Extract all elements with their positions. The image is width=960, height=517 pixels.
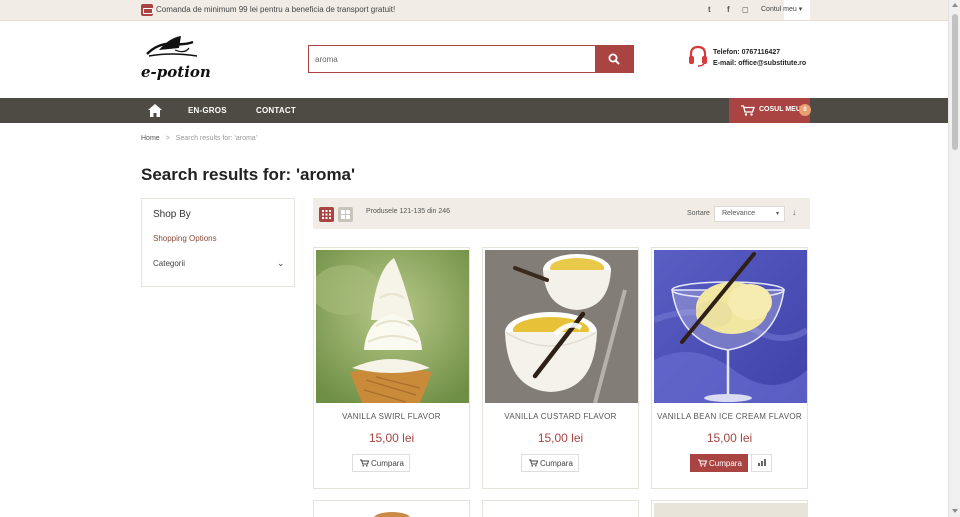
product-image[interactable] [654,250,807,403]
sort-select[interactable]: Relevance ▾ [714,206,785,222]
shopping-options-title: Shopping Options [153,234,217,243]
product-card[interactable]: VANILLA SWIRL FLAVOR 15,00 lei Cumpara [313,247,470,489]
truck-icon [141,4,153,16]
search-box [308,45,596,73]
add-to-cart-button[interactable]: Cumpara [352,454,410,472]
add-to-cart-button[interactable]: Cumpara [690,454,748,472]
product-card[interactable] [651,500,808,517]
product-name[interactable]: VANILLA SWIRL FLAVOR [314,412,469,421]
add-to-cart-button[interactable]: Cumpara [521,454,579,472]
page-scrollbar[interactable] [948,0,960,517]
product-name[interactable]: VANILLA CUSTARD FLAVOR [483,412,638,421]
compare-icon-bar [761,461,763,466]
product-card[interactable]: VANILLA BEAN ICE CREAM FLAVOR 15,00 lei … [651,247,808,489]
scrollbar-thumb[interactable] [952,14,958,150]
home-icon[interactable] [148,104,162,117]
grid-view-button[interactable] [319,207,334,222]
product-price: 15,00 lei [706,431,753,445]
scroll-down-icon[interactable] [952,509,958,513]
product-card[interactable]: VANILLA CUSTARD FLAVOR 15,00 lei Cumpara [482,247,639,489]
cart-icon [698,459,707,467]
product-image[interactable] [485,250,638,403]
product-card[interactable] [482,500,639,517]
email-address: E-mail: office@substitute.ro [713,60,807,67]
list-view-button[interactable] [338,207,353,222]
product-price: 15,00 lei [368,431,415,445]
add-to-cart-label: Cumpara [709,459,742,468]
account-dropdown[interactable]: Contul meu ▾ [761,5,802,13]
search-input[interactable] [309,46,596,72]
add-to-cart-label: Cumpara [371,459,404,468]
free-shipping-promo: Comanda de minimum 99 lei pentru a benef… [156,5,396,14]
cart-icon [529,459,538,467]
product-price: 15,00 lei [537,431,584,445]
cart-icon [741,105,755,116]
sort-label: Sortare [687,210,710,217]
facebook-icon[interactable]: f [727,5,730,14]
breadcrumb: Home > Search results for: 'aroma' [141,135,257,142]
twitter-icon[interactable]: t [708,5,711,14]
product-toolbar: Produsele 121-135 din 246 Sortare Releva… [313,198,810,229]
breadcrumb-home[interactable]: Home [141,135,160,142]
cart-button[interactable]: COSUL MEU 0 [729,98,811,123]
header: e-potion Telefon: 0767116427 E-mail: off… [0,21,948,98]
sort-select-value: Relevance [722,210,756,217]
cart-icon [360,459,369,467]
filter-categories[interactable]: Categorii [153,259,185,268]
compare-icon [758,463,760,466]
search-icon [608,53,620,65]
grid-icon [322,210,331,219]
nav-item-contact[interactable]: CONTACT [256,106,296,115]
phone-number: Telefon: 0767116427 [713,49,781,56]
instagram-icon[interactable]: ◻ [742,5,749,14]
shop-by-title: Shop By [153,209,191,220]
main-nav: EN-GROS CONTACT COSUL MEU 0 [0,98,948,123]
cart-label: COSUL MEU [759,106,801,113]
product-card[interactable] [313,500,470,517]
product-count: Produsele 121-135 din 246 [366,208,451,215]
logo-text[interactable]: e-potion [141,63,211,81]
compare-icon-bar [764,459,766,466]
list-icon [341,210,350,219]
product-image [374,512,410,517]
breadcrumb-separator: > [165,135,170,142]
chevron-down-icon[interactable]: ⌄ [277,258,285,269]
nav-item-en-gros[interactable]: EN-GROS [188,106,227,115]
scroll-up-icon[interactable] [952,3,958,7]
product-image[interactable] [316,250,469,403]
top-bar: Comanda de minimum 99 lei pentru a benef… [0,0,948,21]
headset-icon [689,45,707,67]
chevron-down-icon: ▾ [775,211,779,217]
contact-info: Telefon: 0767116427 E-mail: office@subst… [713,47,806,69]
sort-direction-icon[interactable]: ↓ [792,207,797,217]
shop-by-sidebar: Shop By Shopping Options Categorii ⌄ [141,198,295,287]
product-name[interactable]: VANILLA BEAN ICE CREAM FLAVOR [652,412,807,421]
search-button[interactable] [595,45,634,73]
breadcrumb-current: Search results for: 'aroma' [175,135,258,142]
page-title: Search results for: 'aroma' [141,165,356,184]
compare-button[interactable] [751,454,772,472]
add-to-cart-label: Cumpara [540,459,573,468]
cart-count-badge: 0 [799,104,811,116]
product-image [654,503,807,517]
